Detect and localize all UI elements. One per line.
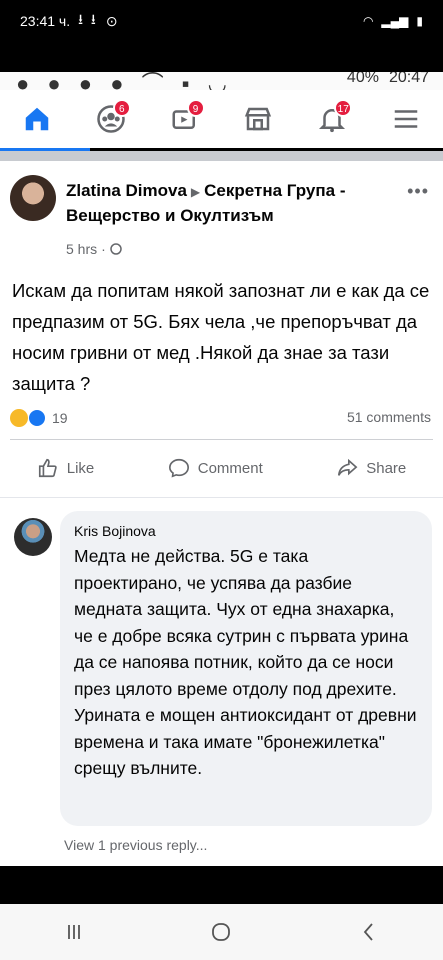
divider [10, 439, 433, 440]
comment-text: Медта не действа. 5G е така проектирано,… [74, 546, 417, 778]
wifi-icon: ◠ [362, 14, 374, 28]
divider [0, 497, 443, 498]
arrow-right-icon: ▶ [190, 185, 201, 199]
share-icon [338, 458, 358, 476]
share-label: Share [366, 459, 407, 477]
status-time: 23:41 ч. [20, 13, 71, 29]
commenter-avatar[interactable] [14, 518, 52, 556]
post-author-name[interactable]: Zlatina Dimova [66, 181, 187, 200]
post-header: Zlatina Dimova ▶ Секретна Група - Вещерств… [66, 179, 386, 227]
back-icon[interactable] [357, 920, 381, 944]
post-actions: Like Comment Share [0, 457, 443, 479]
tab-groups[interactable]: 6 [91, 99, 131, 139]
status-extra-icon: ⊙ [105, 12, 120, 29]
inner-status-bar: ● ● ● ● ⌒ ▪ ◡ 40% 20:47 [0, 72, 443, 90]
tab-watch[interactable]: 9 [165, 99, 205, 139]
tab-marketplace[interactable] [238, 99, 278, 139]
comments-count[interactable]: 51 comments [347, 409, 431, 425]
signal-icon: ▂▄▆ [381, 14, 409, 28]
dot-separator: · [101, 241, 106, 257]
post-time: 5 hrs [66, 241, 98, 257]
comment-button[interactable]: Comment [168, 457, 263, 479]
watch-badge: 9 [186, 99, 205, 117]
comment-icon [168, 458, 189, 478]
tab-home[interactable] [17, 99, 57, 139]
like-reaction-icon [28, 409, 46, 427]
more-options-icon[interactable]: ••• [407, 181, 429, 202]
home-button-icon[interactable] [209, 920, 233, 944]
globe-icon [110, 243, 122, 255]
reaction-summary[interactable]: 19 [10, 409, 68, 427]
comment-bubble: Kris Bojinova Медта не действа. 5G е так… [60, 511, 432, 826]
black-band-top [0, 42, 443, 72]
download-icons: ⭳ ⭳ [78, 11, 98, 27]
tab-notifications[interactable]: 17 [312, 99, 353, 139]
home-icon [25, 107, 49, 131]
author-avatar[interactable] [10, 175, 56, 221]
reaction-count: 19 [52, 410, 68, 426]
thumbs-up-icon [38, 458, 57, 478]
inner-notification-icons: ● ● ● ● ⌒ ▪ ◡ [16, 72, 233, 90]
black-band-bottom [0, 866, 443, 904]
like-label: Like [66, 459, 95, 477]
notifications-badge: 17 [334, 99, 353, 117]
groups-badge: 6 [112, 99, 131, 117]
battery-icon: ▮ [416, 14, 423, 28]
comment-label: Comment [197, 459, 263, 477]
inner-battery-percent: 40% [346, 72, 379, 86]
like-button[interactable]: Like [37, 457, 95, 479]
tab-divider [0, 151, 443, 161]
view-previous-replies-link[interactable]: View 1 previous reply... [64, 837, 207, 853]
recent-apps-icon[interactable] [62, 920, 86, 944]
post-meta: 5 hrs · [66, 241, 122, 257]
phone-navigation-bar [0, 904, 443, 960]
tab-menu[interactable] [386, 99, 426, 139]
post-text: Искам да попитам някой запознат ли е как… [12, 280, 430, 394]
phone-status-bar: 23:41 ч. ⭳ ⭳ ⊙ ◠ ▂▄▆ ▮ [0, 0, 443, 42]
inner-status-right: 40% 20:47 [347, 72, 429, 87]
hamburger-menu-icon [394, 110, 418, 128]
inner-status-time: 20:47 [388, 72, 429, 86]
status-right-icons: ◠ ▂▄▆ ▮ [363, 14, 423, 28]
commenter-name[interactable]: Kris Bojinova [74, 523, 418, 539]
share-button[interactable]: Share [336, 457, 406, 479]
haha-reaction-icon [10, 409, 28, 427]
marketplace-icon [245, 107, 272, 131]
facebook-tab-bar: 6 9 17 [0, 90, 443, 148]
